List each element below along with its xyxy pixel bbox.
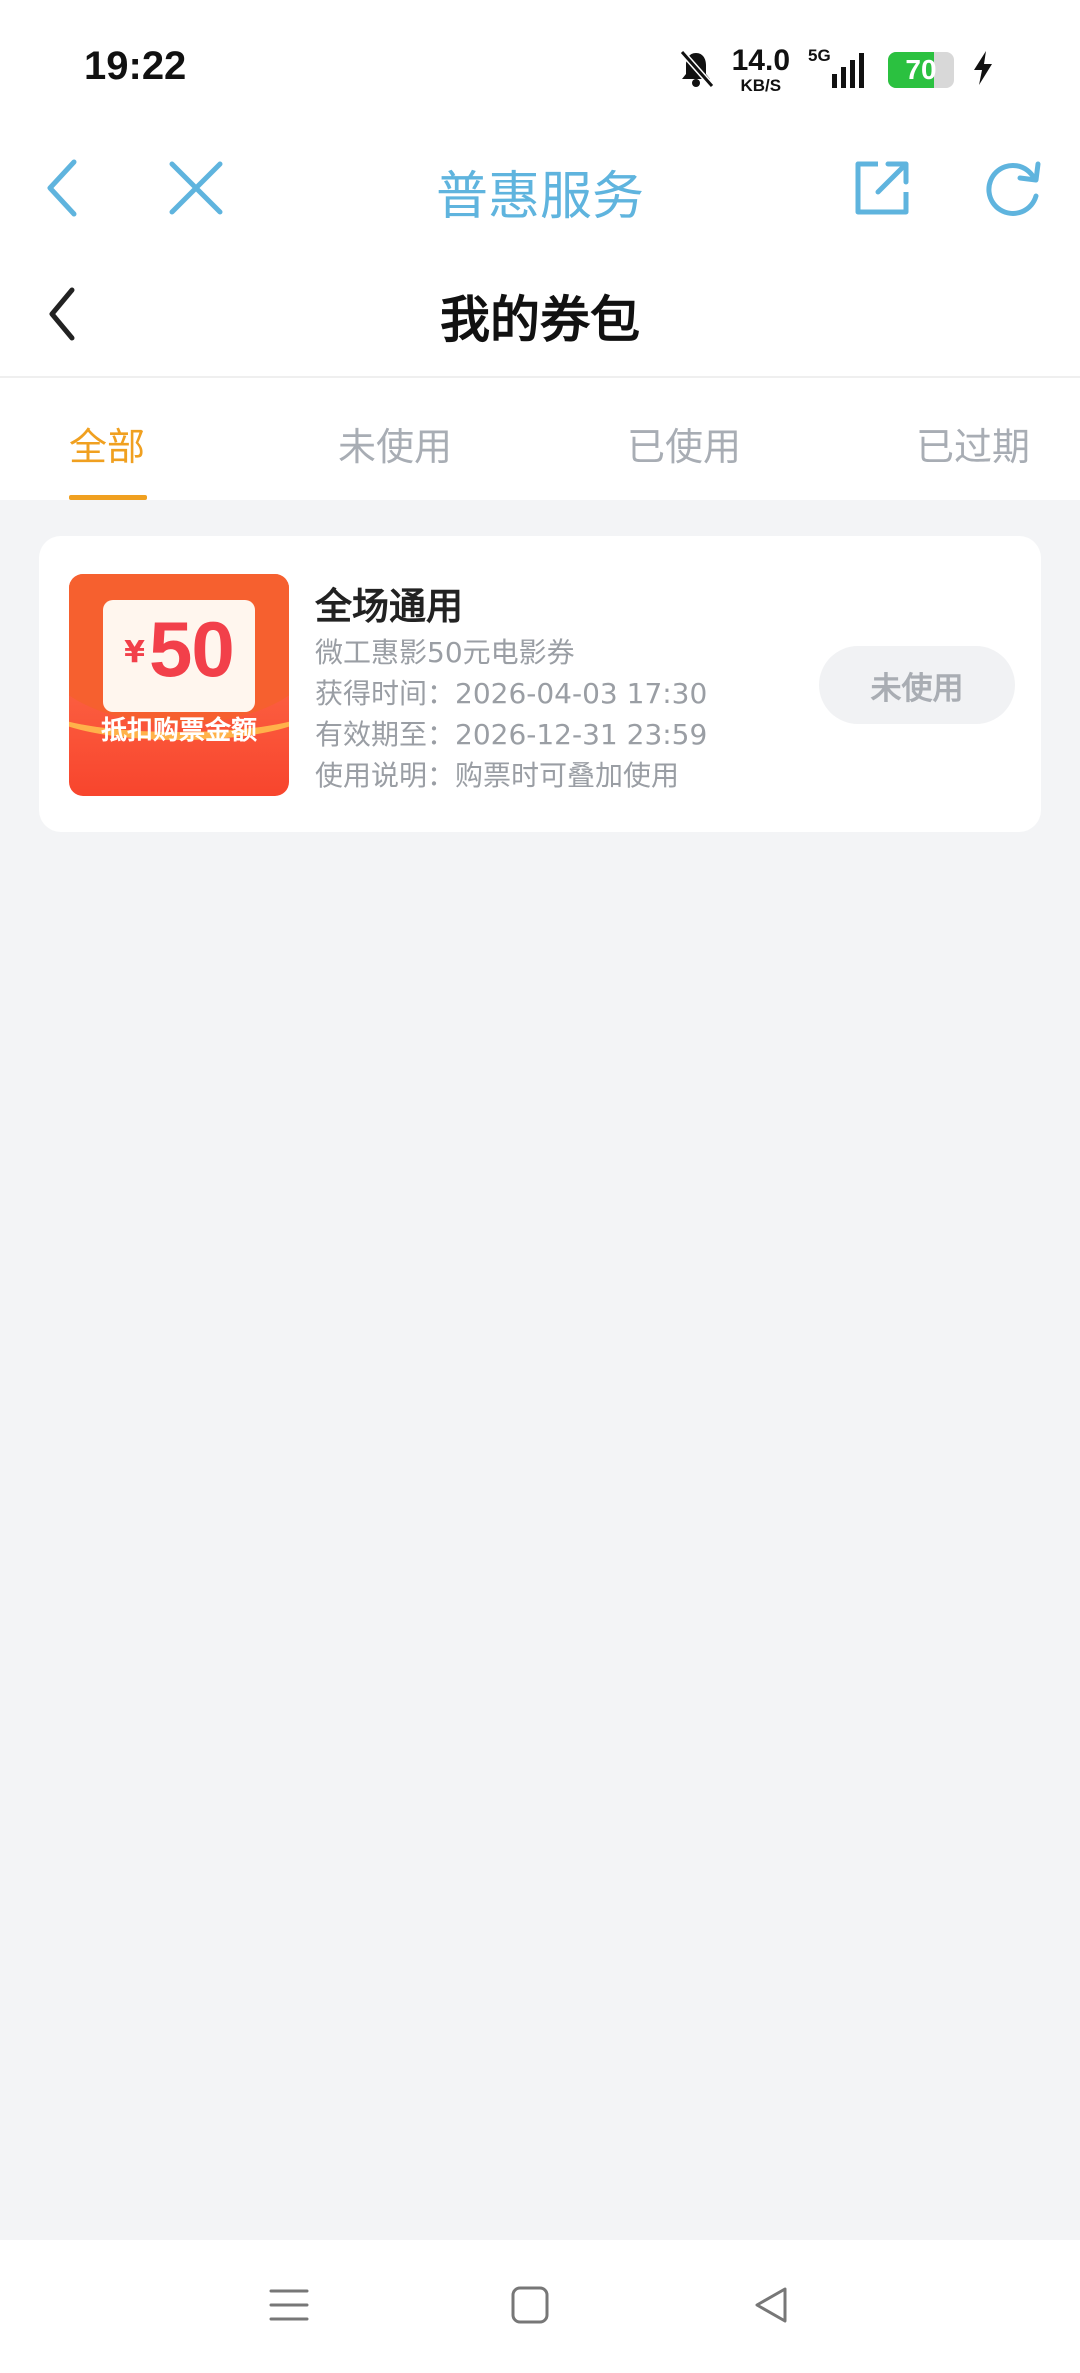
status-icons: 14.0 KB/S 5G 70: [678, 46, 994, 94]
tab-expired[interactable]: 已过期: [916, 416, 1030, 471]
status-bar: 19:22 14.0 KB/S 5G 70: [0, 0, 1080, 130]
net-speed: 14.0 KB/S: [731, 44, 790, 95]
coupon-amount: ¥50: [69, 604, 289, 695]
coupon-valid-until: 有效期至：2026-12-31 23:59: [315, 718, 708, 751]
coupon-image: ¥50 抵扣购票金额: [69, 574, 289, 796]
coupon-title: 全场通用: [315, 585, 463, 628]
coupon-card[interactable]: ¥50 抵扣购票金额 全场通用 微工惠影50元电影券 获得时间：2026-04-…: [39, 536, 1041, 832]
share-icon[interactable]: [842, 148, 922, 228]
coupon-name: 微工惠影50元电影券: [315, 636, 575, 669]
back-triangle-icon[interactable]: [731, 2270, 811, 2340]
battery-level: 70: [905, 54, 937, 85]
charging-icon: [972, 50, 994, 90]
net-speed-unit: KB/S: [740, 76, 782, 95]
page-title: 我的券包: [440, 291, 640, 349]
tab-active-indicator: [69, 495, 147, 500]
coupon-info: 全场通用 微工惠影50元电影券 获得时间：2026-04-03 17:30 有效…: [315, 576, 775, 796]
coupon-status-button[interactable]: 未使用: [819, 646, 1015, 724]
status-time: 19:22: [84, 44, 187, 88]
tab-unused[interactable]: 未使用: [338, 416, 452, 471]
browser-bar: 普惠服务: [0, 130, 1080, 250]
amount-value: 50: [149, 605, 235, 693]
refresh-icon[interactable]: [972, 148, 1052, 228]
net-speed-value: 14.0: [731, 44, 790, 77]
coupon-image-caption: 抵扣购票金额: [100, 716, 257, 746]
coupon-obtained-time: 获得时间：2026-04-03 17:30: [315, 677, 708, 710]
tab-all[interactable]: 全部: [69, 416, 145, 471]
currency-symbol: ¥: [124, 635, 146, 670]
page-header: 我的券包: [0, 250, 1080, 378]
home-icon[interactable]: [490, 2270, 570, 2340]
tab-used[interactable]: 已使用: [627, 416, 741, 471]
coupon-usage-note: 使用说明：购票时可叠加使用: [315, 759, 680, 792]
tab-bar: 全部 未使用 已使用 已过期: [0, 378, 1080, 500]
menu-icon[interactable]: [249, 2270, 329, 2340]
battery-icon: 70: [888, 52, 954, 88]
mute-bell-icon: [678, 48, 714, 92]
system-nav-bar: [0, 2240, 1080, 2373]
signal-icon: 5G: [808, 46, 870, 90]
